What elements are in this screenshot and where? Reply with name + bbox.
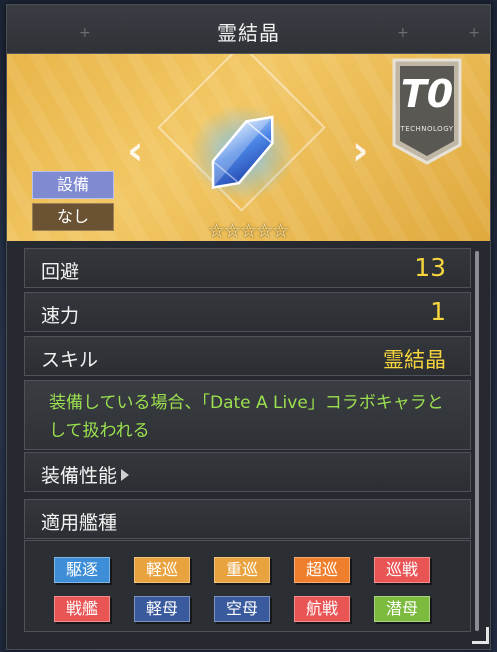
stat-label: スキル <box>41 349 99 371</box>
equipment-banner: ‹ › T0 TECHNOLOGY 設備 なし ☆☆☆☆☆ <box>7 54 490 241</box>
ship-type-badge: 戦艦 <box>54 596 110 622</box>
ship-type-badge: 航戦 <box>294 596 350 622</box>
equipment-type-tag: 設備 <box>32 171 114 199</box>
stat-label: 回避 <box>41 261 80 283</box>
skill-description: 装備している場合、「Date A Live」コラボキャラとして扱われる <box>24 380 471 450</box>
stat-row-speed: 速力 1 <box>24 292 471 332</box>
crystal-icon <box>190 105 294 201</box>
chevron-right-icon: › <box>352 128 369 174</box>
ship-type-badge: 超巡 <box>294 557 350 583</box>
performance-label-text: 装備性能 <box>41 465 118 487</box>
stat-row-evasion: 回避 13 <box>24 248 471 288</box>
scrollbar-thumb[interactable] <box>475 251 479 631</box>
stat-value: 13 <box>414 253 446 282</box>
performance-label: 装備性能 <box>41 461 130 488</box>
stat-label: 速力 <box>41 305 80 327</box>
rank-label: T0 <box>400 72 454 116</box>
ship-types-label: 適用艦種 <box>41 512 118 534</box>
resize-corner-icon <box>472 627 489 644</box>
ship-type-badge: 潜母 <box>374 596 430 622</box>
arrow-right-icon <box>121 469 130 481</box>
skill-name: 霊結晶 <box>383 348 446 372</box>
title-bar: + + + 霊結晶 <box>7 5 490 54</box>
equipment-performance-toggle[interactable]: 装備性能 <box>24 452 471 492</box>
rarity-stars: ☆☆☆☆☆ <box>208 220 289 241</box>
ship-type-badge: 空母 <box>214 596 270 622</box>
equipment-detail-panel: + + + 霊結晶 ‹ › T0 TECHNOLOGY 設備 なし ☆☆☆☆☆ … <box>6 4 491 650</box>
ship-type-badge: 駆逐 <box>54 557 110 583</box>
ship-type-badge: 巡戦 <box>374 557 430 583</box>
skill-description-text: 装備している場合、「Date A Live」コラボキャラとして扱われる <box>49 393 444 441</box>
stat-row-skill: スキル 霊結晶 <box>24 336 471 376</box>
ship-type-badge: 軽母 <box>134 596 190 622</box>
rank-sublabel: TECHNOLOGY <box>400 125 454 133</box>
stat-value: 1 <box>430 297 446 326</box>
window-title: 霊結晶 <box>217 21 280 45</box>
equipped-by-tag: なし <box>32 203 114 231</box>
applicable-ship-types-header: 適用艦種 <box>24 499 471 539</box>
ship-types-grid: 駆逐 軽巡 重巡 超巡 巡戦 戦艦 軽母 空母 航戦 潜母 <box>24 540 471 632</box>
ship-type-badge: 軽巡 <box>134 557 190 583</box>
chevron-left-icon: ‹ <box>127 128 144 174</box>
ship-type-badge: 重巡 <box>214 557 270 583</box>
